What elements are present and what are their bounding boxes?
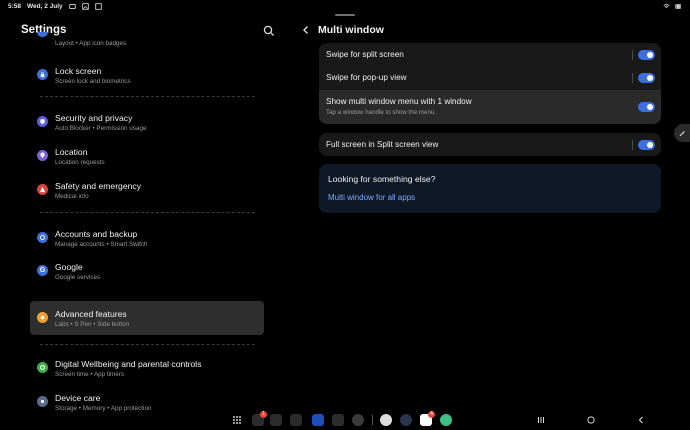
status-bar: 5:58 Wed, 2 July — [0, 0, 690, 14]
divider — [632, 140, 633, 150]
home-button-icon[interactable] — [586, 415, 596, 425]
settings-item-title: Safety and emergency — [55, 181, 141, 191]
sync-icon — [37, 232, 48, 243]
full-screen-split-toggle[interactable] — [638, 140, 655, 150]
multi-window-settings-group: Swipe for split screen Swipe for pop-up … — [319, 43, 661, 124]
show-multi-window-menu-toggle[interactable] — [638, 102, 655, 112]
setting-label: Swipe for split screen — [326, 50, 404, 59]
settings-item-title: Lock screen — [55, 66, 102, 76]
settings-item-sub: Medical info — [55, 193, 89, 200]
lock-icon — [37, 69, 48, 80]
app-folder-icon[interactable] — [332, 414, 344, 426]
wellbeing-icon — [37, 362, 48, 373]
settings-item-title: Accounts and backup — [55, 229, 138, 239]
settings-item-sub: Auto Blocker • Permission usage — [55, 125, 147, 132]
app-drawer-icon[interactable] — [231, 414, 243, 426]
setting-label: Swipe for pop-up view — [326, 73, 407, 82]
swipe-split-screen-toggle[interactable] — [638, 50, 655, 60]
samsung-app-icon[interactable] — [312, 414, 324, 426]
status-date: Wed, 2 July — [27, 3, 63, 10]
settings-item-safety[interactable]: Safety and emergency Medical info — [30, 175, 264, 205]
page-title: Multi window — [318, 24, 384, 36]
home-screen-icon — [37, 32, 48, 37]
google-icon: G — [37, 265, 48, 276]
full-screen-split-group: Full screen in Split screen view — [319, 133, 661, 156]
divider — [632, 73, 633, 83]
setting-description: Tap a window handle to show the menu. — [326, 109, 437, 116]
swipe-popup-view-row[interactable]: Swipe for pop-up view — [319, 66, 661, 89]
divider — [40, 212, 255, 213]
settings-item-title: Security and privacy — [55, 113, 133, 123]
taskbar-divider — [372, 415, 373, 425]
suggestions-heading: Looking for something else? — [328, 174, 436, 184]
setting-label: Show multi window menu with 1 window — [326, 97, 472, 106]
settings-item-sub: Layout • App icon badges — [55, 40, 127, 47]
settings-item-digital-wellbeing[interactable]: Digital Wellbeing and parental controls … — [30, 353, 264, 383]
settings-item-accounts[interactable]: Accounts and backup Manage accounts • Sm… — [30, 223, 264, 253]
recent-app-icon[interactable] — [380, 414, 392, 426]
settings-item-title: Location — [55, 147, 88, 157]
settings-item-sub: Location requests — [55, 159, 105, 166]
settings-item-sub: Screen time • App timers — [55, 371, 125, 378]
pen-icon — [679, 131, 685, 137]
edge-panel-handle[interactable] — [674, 124, 690, 142]
shield-icon — [37, 116, 48, 127]
settings-item-advanced-features[interactable]: Advanced features Labs • S Pen • Side bu… — [30, 301, 264, 335]
settings-pane: Settings Layout • App icon badges Lock s… — [0, 16, 290, 412]
gallery-icon — [81, 3, 89, 10]
app-folder-icon[interactable]: 1 — [252, 411, 267, 426]
settings-item-sub: Screen lock and biometrics — [55, 78, 131, 85]
settings-gear-icon[interactable] — [352, 414, 364, 426]
battery-icon — [675, 4, 681, 9]
recent-app-icon[interactable] — [400, 414, 412, 426]
multi-window-all-apps-link[interactable]: Multi window for all apps — [328, 193, 415, 202]
swipe-split-screen-row[interactable]: Swipe for split screen — [319, 43, 661, 66]
alert-icon — [37, 184, 48, 195]
divider — [40, 344, 255, 345]
recent-app-icon[interactable] — [440, 414, 452, 426]
full-screen-split-row[interactable]: Full screen in Split screen view — [319, 133, 661, 156]
settings-item-title: Digital Wellbeing and parental controls — [55, 359, 202, 369]
notification-icon — [68, 3, 76, 10]
recents-button-icon[interactable] — [536, 415, 546, 425]
divider — [632, 50, 633, 60]
device-care-icon — [37, 396, 48, 407]
location-pin-icon — [37, 150, 48, 161]
back-arrow-icon[interactable] — [300, 24, 312, 36]
settings-item-location[interactable]: Location Location requests — [30, 141, 264, 171]
back-button-icon[interactable] — [636, 415, 646, 425]
multi-window-pane: Multi window Swipe for split screen Swip… — [296, 16, 690, 406]
app-folder-icon[interactable] — [270, 414, 282, 426]
swipe-popup-view-toggle[interactable] — [638, 73, 655, 83]
star-gear-icon — [37, 312, 48, 323]
settings-item-google[interactable]: G Google Google services — [30, 256, 264, 286]
app-folder-icon[interactable] — [290, 414, 302, 426]
wifi-icon — [663, 4, 670, 9]
divider — [40, 96, 255, 97]
settings-item-title: Google — [55, 262, 83, 272]
settings-item-home-screen[interactable]: Layout • App icon badges — [30, 32, 264, 50]
settings-item-title: Device care — [55, 393, 101, 403]
suggestions-card: Looking for something else? Multi window… — [319, 164, 661, 213]
settings-item-lock-screen[interactable]: Lock screen Screen lock and biometrics — [30, 60, 264, 90]
notification-badge: 1 — [260, 411, 267, 418]
show-multi-window-menu-row[interactable]: Show multi window menu with 1 window Tap… — [319, 90, 661, 124]
settings-item-title: Advanced features — [55, 309, 127, 319]
search-icon[interactable] — [262, 24, 276, 38]
settings-item-sub: Manage accounts • Smart Switch — [55, 241, 148, 248]
status-time: 5:58 — [8, 3, 22, 10]
gmail-icon[interactable]: 4 — [420, 411, 435, 426]
image-icon — [94, 3, 102, 10]
settings-item-sub: Labs • S Pen • Side button — [55, 321, 130, 328]
settings-item-security[interactable]: Security and privacy Auto Blocker • Perm… — [30, 107, 264, 137]
setting-label: Full screen in Split screen view — [326, 140, 439, 149]
notification-badge: 4 — [428, 411, 435, 418]
taskbar: 1 4 — [0, 410, 690, 430]
settings-item-sub: Google services — [55, 274, 101, 281]
